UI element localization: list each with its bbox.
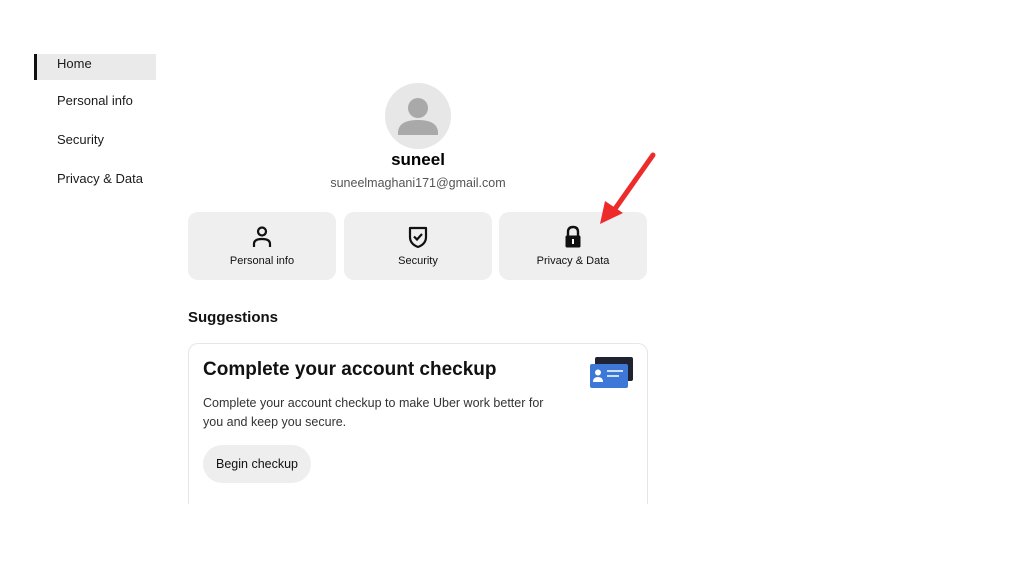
personal-info-card[interactable]: Personal info [188, 212, 336, 280]
person-icon [252, 226, 272, 247]
avatar-placeholder-icon [398, 98, 438, 135]
avatar[interactable] [385, 83, 451, 149]
begin-checkup-button[interactable]: Begin checkup [203, 445, 312, 483]
personal-info-card-label: Personal info [229, 255, 295, 267]
sidebar-item-privacy-data[interactable]: Privacy & Data [34, 169, 156, 197]
annotation-arrow-icon [600, 152, 656, 224]
sidebar-item-security[interactable]: Security [34, 130, 156, 158]
sidebar-item-label: Personal info [57, 93, 133, 108]
security-card[interactable]: Security [344, 212, 492, 280]
shield-check-icon [408, 226, 428, 249]
sidebar-item-home[interactable]: Home [34, 54, 156, 80]
security-card-label: Security [398, 255, 438, 267]
sidebar-item-label: Home [57, 56, 92, 71]
account-page: Home Personal info Security Privacy & Da… [0, 0, 1024, 576]
account-checkup-heading: Complete your account checkup [203, 359, 497, 380]
suggestions-heading: Suggestions [188, 309, 279, 326]
lock-icon [565, 225, 581, 248]
sidebar-nav: Home Personal info Security Privacy & Da… [34, 54, 156, 208]
profile-email: suneelmaghani171@gmail.com [330, 176, 506, 190]
account-checkup-description: Complete your account checkup to make Ub… [203, 396, 544, 429]
sidebar-item-label: Privacy & Data [57, 171, 143, 186]
sidebar-item-label: Security [57, 132, 104, 147]
account-checkup-card: Complete your account checkup Complete y… [188, 343, 648, 504]
profile-name: suneel [391, 150, 445, 169]
id-card-icon [590, 357, 633, 388]
privacy-data-card-label: Privacy & Data [536, 255, 610, 267]
sidebar-item-personal-info[interactable]: Personal info [34, 91, 156, 119]
